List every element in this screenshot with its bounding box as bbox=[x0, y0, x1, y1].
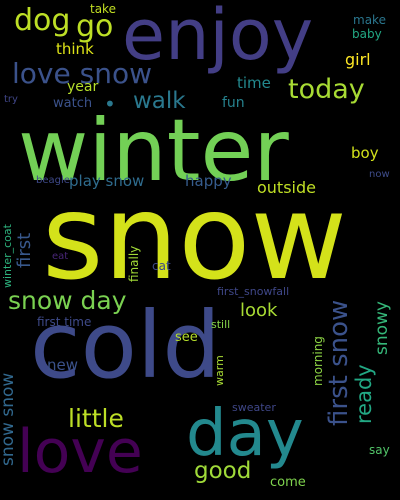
word-snow-day: snow day bbox=[8, 286, 127, 315]
word-time: time bbox=[237, 74, 271, 92]
word-good: good bbox=[194, 458, 252, 484]
word-first-snow: first snow bbox=[324, 299, 354, 426]
word-come: come bbox=[270, 475, 306, 490]
word-little: little bbox=[68, 404, 124, 433]
word-sweater: sweater bbox=[232, 401, 276, 414]
word-first: first bbox=[14, 232, 35, 268]
word-outside: outside bbox=[257, 178, 316, 197]
word-snowy: snowy bbox=[372, 301, 392, 355]
word-make: make bbox=[353, 13, 386, 27]
word-fun: fun bbox=[222, 95, 245, 111]
word-watch: watch bbox=[53, 96, 93, 111]
word-year: year bbox=[67, 79, 99, 95]
word-ready: ready bbox=[352, 364, 376, 424]
word-beagle: beagle bbox=[36, 175, 70, 186]
word-today: today bbox=[288, 74, 365, 105]
word-now: now bbox=[369, 169, 390, 180]
word-new: new bbox=[47, 356, 79, 374]
word-play-snow: play snow bbox=[69, 172, 145, 190]
word-dot: • bbox=[104, 92, 116, 116]
word-finally: finally bbox=[127, 245, 141, 282]
word-first-time: first time bbox=[37, 315, 92, 329]
word-girl: girl bbox=[345, 50, 371, 69]
word-baby: baby bbox=[352, 27, 382, 41]
word-think: think bbox=[56, 40, 94, 58]
word-say: say bbox=[369, 443, 390, 457]
word-still: still bbox=[211, 318, 231, 331]
word-happy: happy bbox=[185, 172, 232, 190]
word-try: try bbox=[4, 94, 18, 105]
word-walk: walk bbox=[133, 88, 186, 114]
word-take: take bbox=[90, 2, 116, 16]
word-snow-snow: snow snow bbox=[0, 372, 18, 466]
word-dog: dog bbox=[14, 3, 71, 38]
word-morning: morning bbox=[311, 336, 325, 386]
word-warm: warm bbox=[213, 355, 226, 386]
word-see: see bbox=[175, 330, 198, 345]
word-look: look bbox=[240, 300, 278, 321]
word-cat: cat bbox=[152, 259, 171, 273]
word-cloud: snow winter cold enjoy day love love sno… bbox=[0, 0, 400, 500]
word-first-snowfall: first_snowfall bbox=[217, 285, 290, 298]
word-go: go bbox=[76, 9, 114, 44]
word-winter-coat: winter_coat bbox=[1, 224, 14, 288]
word-eat: eat bbox=[52, 251, 69, 262]
word-boy: boy bbox=[351, 144, 379, 162]
